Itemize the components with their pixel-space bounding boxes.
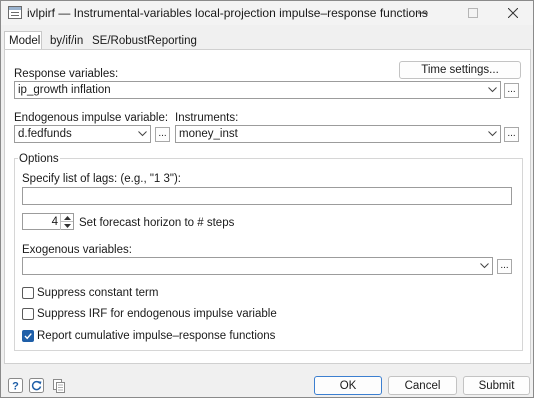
tab-model[interactable]: Model (4, 31, 42, 50)
response-variables-value: ip_growth inflation (18, 84, 111, 96)
instruments-value: money_inst (179, 128, 238, 140)
response-variables-browse-button[interactable]: ... (504, 83, 519, 98)
exogenous-variables-combo[interactable] (22, 257, 493, 275)
dialog-window: ivlpirf — Instrumental-variables local-p… (0, 0, 534, 398)
horizon-value: 4 (51, 216, 58, 228)
lags-label: Specify list of lags: (e.g., "1 3"): (22, 173, 182, 185)
title-bar: ivlpirf — Instrumental-variables local-p… (1, 1, 533, 25)
tab-by-if-in[interactable]: by/if/in (46, 32, 87, 50)
options-group-title: Options (18, 153, 60, 165)
stepper-up-icon[interactable] (60, 214, 73, 222)
suppress-irf-label: Suppress IRF for endogenous impulse vari… (37, 308, 277, 320)
endogenous-variable-browse-button[interactable]: ... (155, 127, 170, 142)
suppress-constant-checkbox[interactable] (22, 287, 34, 299)
instruments-browse-button[interactable]: ... (504, 127, 519, 142)
reset-icon[interactable] (28, 377, 44, 393)
exogenous-variables-browse-button[interactable]: ... (497, 259, 512, 274)
suppress-irf-checkbox[interactable] (22, 308, 34, 320)
response-variables-label: Response variables: (14, 68, 119, 80)
lags-input[interactable] (22, 187, 512, 205)
svg-text:?: ? (12, 380, 19, 392)
endogenous-variable-label: Endogenous impulse variable: (14, 112, 169, 124)
tab-reporting[interactable]: Reporting (143, 32, 201, 50)
checkmark-icon (24, 333, 32, 340)
window-title: ivlpirf — Instrumental-variables local-p… (27, 6, 428, 20)
horizon-stepper[interactable]: 4 (22, 213, 74, 230)
cancel-button[interactable]: Cancel (388, 376, 457, 395)
dialog-app-icon (8, 6, 22, 19)
chevron-down-icon[interactable] (476, 258, 492, 274)
exogenous-variables-label: Exogenous variables: (22, 244, 132, 256)
ok-button[interactable]: OK (314, 376, 382, 395)
response-variables-combo[interactable]: ip_growth inflation (14, 81, 501, 99)
chevron-down-icon[interactable] (484, 126, 500, 142)
instruments-label: Instruments: (175, 112, 239, 124)
endogenous-variable-value: d.fedfunds (18, 128, 72, 140)
cumulative-irf-checkbox[interactable] (22, 330, 34, 342)
chevron-down-icon[interactable] (134, 126, 150, 142)
tab-se-robust[interactable]: SE/Robust (88, 32, 151, 50)
maximize-icon (451, 1, 495, 25)
minimize-icon[interactable] (401, 1, 445, 25)
chevron-down-icon[interactable] (484, 82, 500, 98)
suppress-constant-label: Suppress constant term (37, 287, 159, 299)
horizon-label: Set forecast horizon to # steps (79, 217, 235, 229)
stepper-down-icon[interactable] (60, 222, 73, 230)
instruments-combo[interactable]: money_inst (175, 125, 501, 143)
endogenous-variable-combo[interactable]: d.fedfunds (14, 125, 151, 143)
copy-icon[interactable] (50, 377, 66, 393)
submit-button[interactable]: Submit (463, 376, 530, 395)
time-settings-button[interactable]: Time settings... (399, 61, 521, 79)
help-icon[interactable]: ? (7, 377, 23, 393)
cumulative-irf-label: Report cumulative impulse–response funct… (37, 330, 276, 342)
close-icon[interactable] (491, 1, 534, 25)
